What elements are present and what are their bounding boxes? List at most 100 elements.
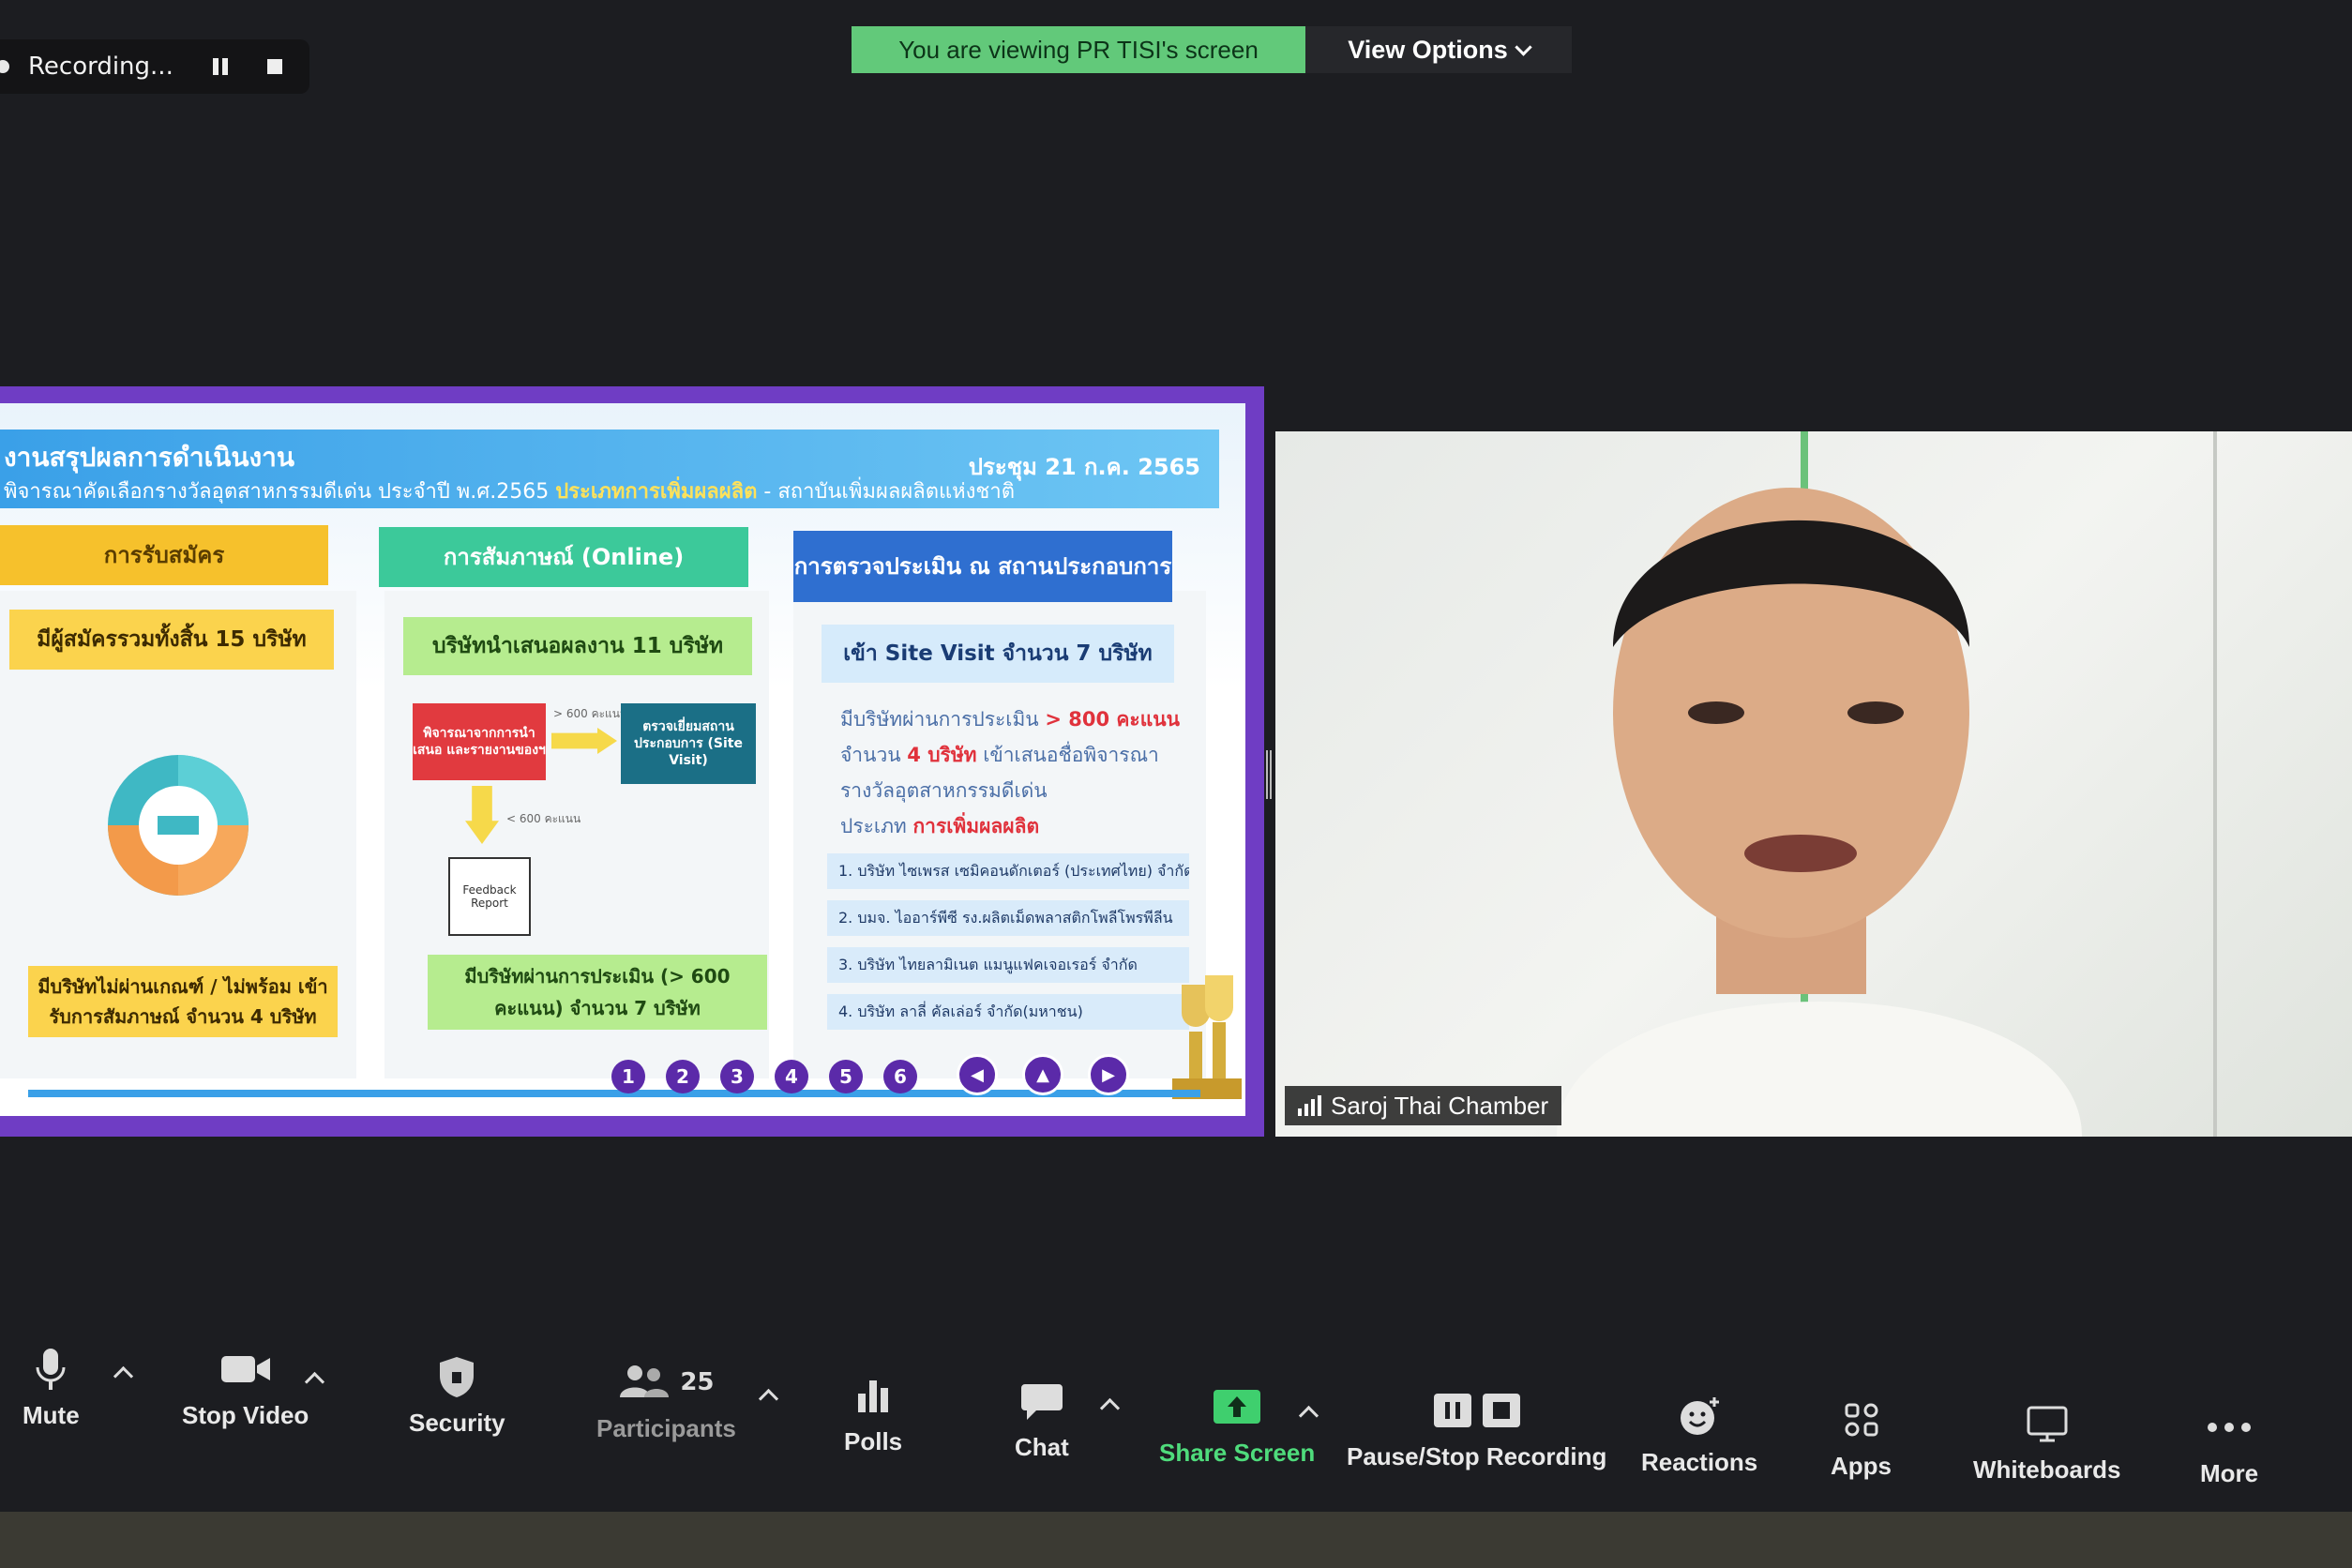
trophy-icon bbox=[1172, 975, 1242, 1099]
apps-button[interactable]: Apps bbox=[1831, 1395, 1892, 1481]
shield-icon bbox=[438, 1352, 475, 1401]
reactions-label: Reactions bbox=[1641, 1448, 1758, 1476]
slide-header: งานสรุปผลการดำเนินงาน ประชุม 21 ก.ค. 256… bbox=[0, 430, 1219, 508]
note-score: > 800 คะแนน bbox=[1045, 708, 1180, 731]
feedback-report-doc-icon: Feedback Report bbox=[448, 857, 531, 936]
list-item: 1. บริษัท ไซเพรส เซมิคอนดักเตอร์ (ประเทศ… bbox=[827, 853, 1189, 889]
participants-label: Participants bbox=[596, 1414, 736, 1442]
pass-threshold-label: > 600 คะแนน bbox=[553, 707, 628, 720]
not-qualified-box: มีบริษัทไม่ผ่านเกณฑ์ / ไม่พร้อม เข้ารับก… bbox=[28, 966, 338, 1037]
column-interview-header: การสัมภาษณ์ (Online) bbox=[379, 527, 748, 587]
more-label: More bbox=[2200, 1459, 2259, 1487]
subtitle-text: พิจารณาคัดเลือกรางวัลอุตสาหกรรมดีเด่น ปร… bbox=[4, 480, 550, 504]
stop-video-button[interactable]: Stop Video bbox=[182, 1345, 309, 1430]
participants-icon bbox=[620, 1365, 670, 1397]
recording-indicator: Recording... bbox=[0, 39, 309, 94]
slide-home-icon[interactable]: ▲ bbox=[1022, 1054, 1063, 1095]
passed-box: มีบริษัทผ่านการประเมิน (> 600 คะแนน) จำน… bbox=[428, 955, 767, 1030]
view-options-button[interactable]: View Options bbox=[1305, 26, 1572, 73]
note-line3: รางวัลอุตสาหกรรมดีเด่น bbox=[840, 779, 1048, 802]
subtitle-org: - สถาบันเพิ่มผลผลิตแห่งชาติ bbox=[763, 480, 1015, 504]
more-dots-icon bbox=[2207, 1403, 2252, 1452]
screen-share-banner: You are viewing PR TISI's screen bbox=[852, 26, 1305, 73]
slide-prev-icon[interactable]: ◀ bbox=[957, 1054, 998, 1095]
pause-stop-icon bbox=[1432, 1386, 1522, 1435]
chat-bubble-icon bbox=[1019, 1377, 1064, 1425]
slide-nav-1[interactable]: 1 bbox=[611, 1060, 645, 1093]
split-view-handle[interactable] bbox=[1266, 750, 1272, 799]
apps-icon bbox=[1843, 1395, 1880, 1444]
share-screen-label: Share Screen bbox=[1159, 1439, 1316, 1467]
slide-nav-5[interactable]: 5 bbox=[829, 1060, 863, 1093]
slide-next-icon[interactable]: ▶ bbox=[1088, 1054, 1129, 1095]
participant-name: Saroj Thai Chamber bbox=[1331, 1091, 1549, 1120]
recording-dot-icon bbox=[0, 60, 9, 73]
whiteboards-button[interactable]: Whiteboards bbox=[1973, 1399, 2120, 1485]
slide-nav-2[interactable]: 2 bbox=[666, 1060, 700, 1093]
stop-recording-button[interactable] bbox=[256, 48, 294, 85]
chat-options-caret-icon[interactable] bbox=[1099, 1397, 1121, 1419]
security-label: Security bbox=[409, 1409, 505, 1437]
chat-label: Chat bbox=[1015, 1433, 1069, 1461]
slide-nav-6[interactable]: 6 bbox=[883, 1060, 917, 1093]
list-item: 2. บมจ. ไออาร์พีซี รง.ผลิตเม็ดพลาสติกโพล… bbox=[827, 900, 1189, 936]
participants-count: 25 bbox=[680, 1368, 715, 1396]
subtitle-highlight: ประเภทการเพิ่มผลผลิต bbox=[555, 480, 758, 504]
note-line2-post: เข้าเสนอชื่อพิจารณา bbox=[983, 744, 1159, 766]
video-camera-icon bbox=[219, 1345, 272, 1394]
whiteboards-label: Whiteboards bbox=[1973, 1455, 2121, 1484]
note-line4: ประเภท bbox=[840, 815, 907, 837]
slide-subtitle: พิจารณาคัดเลือกรางวัลอุตสาหกรรมดีเด่น ปร… bbox=[4, 475, 1015, 507]
column-application-header: การรับสมัคร bbox=[0, 525, 328, 585]
slide-nav-4[interactable]: 4 bbox=[775, 1060, 808, 1093]
pause-recording-button[interactable] bbox=[202, 48, 239, 85]
slide-footer-bar bbox=[28, 1090, 1200, 1097]
applicants-box: มีผู้สมัครรวมทั้งสิ้น 15 บริษัท bbox=[9, 610, 334, 670]
share-screen-icon bbox=[1212, 1382, 1262, 1431]
stop-icon bbox=[267, 59, 282, 74]
note-line2: จำนวน bbox=[840, 744, 901, 766]
list-item: 3. บริษัท ไทยลามิเนต แมนูแฟคเจอเรอร์ จำก… bbox=[827, 947, 1189, 983]
presentation-slide: งานสรุปผลการดำเนินงาน ประชุม 21 ก.ค. 256… bbox=[0, 403, 1245, 1116]
speaker-video-frame bbox=[1557, 431, 2217, 1137]
column-assessment-header: การตรวจประเมิน ณ สถานประกอบการ bbox=[793, 531, 1172, 602]
presenters-box: บริษัทนำเสนอผลงาน 11 บริษัท bbox=[403, 617, 752, 675]
list-item: 4. บริษัท ลาลี่ คัลเล่อร์ จำกัด(มหาชน) bbox=[827, 994, 1189, 1030]
assessment-note: มีบริษัทผ่านการประเมิน > 800 คะแนน จำนวน… bbox=[840, 701, 1180, 844]
participants-button[interactable]: 25 Participants bbox=[596, 1358, 736, 1443]
apps-label: Apps bbox=[1831, 1452, 1892, 1480]
security-button[interactable]: Security bbox=[409, 1352, 505, 1438]
view-options-label: View Options bbox=[1348, 35, 1508, 64]
stop-video-label: Stop Video bbox=[182, 1401, 309, 1429]
shared-screen: งานสรุปผลการดำเนินงาน ประชุม 21 ก.ค. 256… bbox=[0, 386, 1264, 1137]
participant-name-tag: Saroj Thai Chamber bbox=[1285, 1086, 1562, 1125]
slide-nav-3[interactable]: 3 bbox=[720, 1060, 754, 1093]
more-button[interactable]: More bbox=[2200, 1403, 2258, 1488]
site-visit-box: เข้า Site Visit จำนวน 7 บริษัท bbox=[822, 625, 1174, 683]
mute-button[interactable]: Mute bbox=[23, 1345, 80, 1430]
recording-label: Recording... bbox=[28, 53, 173, 81]
evaluation-red-box: พิจารณาจากการนำเสนอ และรายงานของฯ bbox=[413, 703, 546, 780]
microphone-icon bbox=[34, 1345, 68, 1394]
note-count: 4 บริษัท bbox=[907, 744, 977, 766]
note-line1: มีบริษัทผ่านการประเมิน bbox=[840, 708, 1039, 731]
polls-icon bbox=[854, 1371, 892, 1420]
reactions-smiley-icon bbox=[1677, 1392, 1722, 1440]
participant-video: Saroj Thai Chamber bbox=[1275, 431, 2352, 1137]
share-screen-button[interactable]: Share Screen bbox=[1159, 1382, 1315, 1468]
participants-options-caret-icon[interactable] bbox=[758, 1388, 779, 1410]
mute-label: Mute bbox=[23, 1401, 80, 1429]
chat-button[interactable]: Chat bbox=[1015, 1377, 1069, 1462]
meeting-toolbar: Mute Stop Video Security 25 Participants… bbox=[0, 1324, 2352, 1512]
signal-strength-icon bbox=[1298, 1095, 1321, 1116]
polls-label: Polls bbox=[844, 1427, 903, 1455]
audio-options-caret-icon[interactable] bbox=[113, 1365, 134, 1387]
polls-button[interactable]: Polls bbox=[844, 1371, 902, 1456]
pause-stop-recording-label: Pause/Stop Recording bbox=[1347, 1442, 1607, 1470]
industry-donut-chart bbox=[108, 755, 249, 896]
chevron-down-icon bbox=[1515, 38, 1532, 56]
fail-threshold-label: < 600 คะแนน bbox=[506, 812, 581, 825]
reactions-button[interactable]: Reactions bbox=[1641, 1392, 1757, 1477]
pause-stop-recording-button[interactable]: Pause/Stop Recording bbox=[1347, 1386, 1606, 1471]
site-visit-teal-box: ตรวจเยี่ยมสถานประกอบการ (Site Visit) bbox=[621, 703, 756, 784]
